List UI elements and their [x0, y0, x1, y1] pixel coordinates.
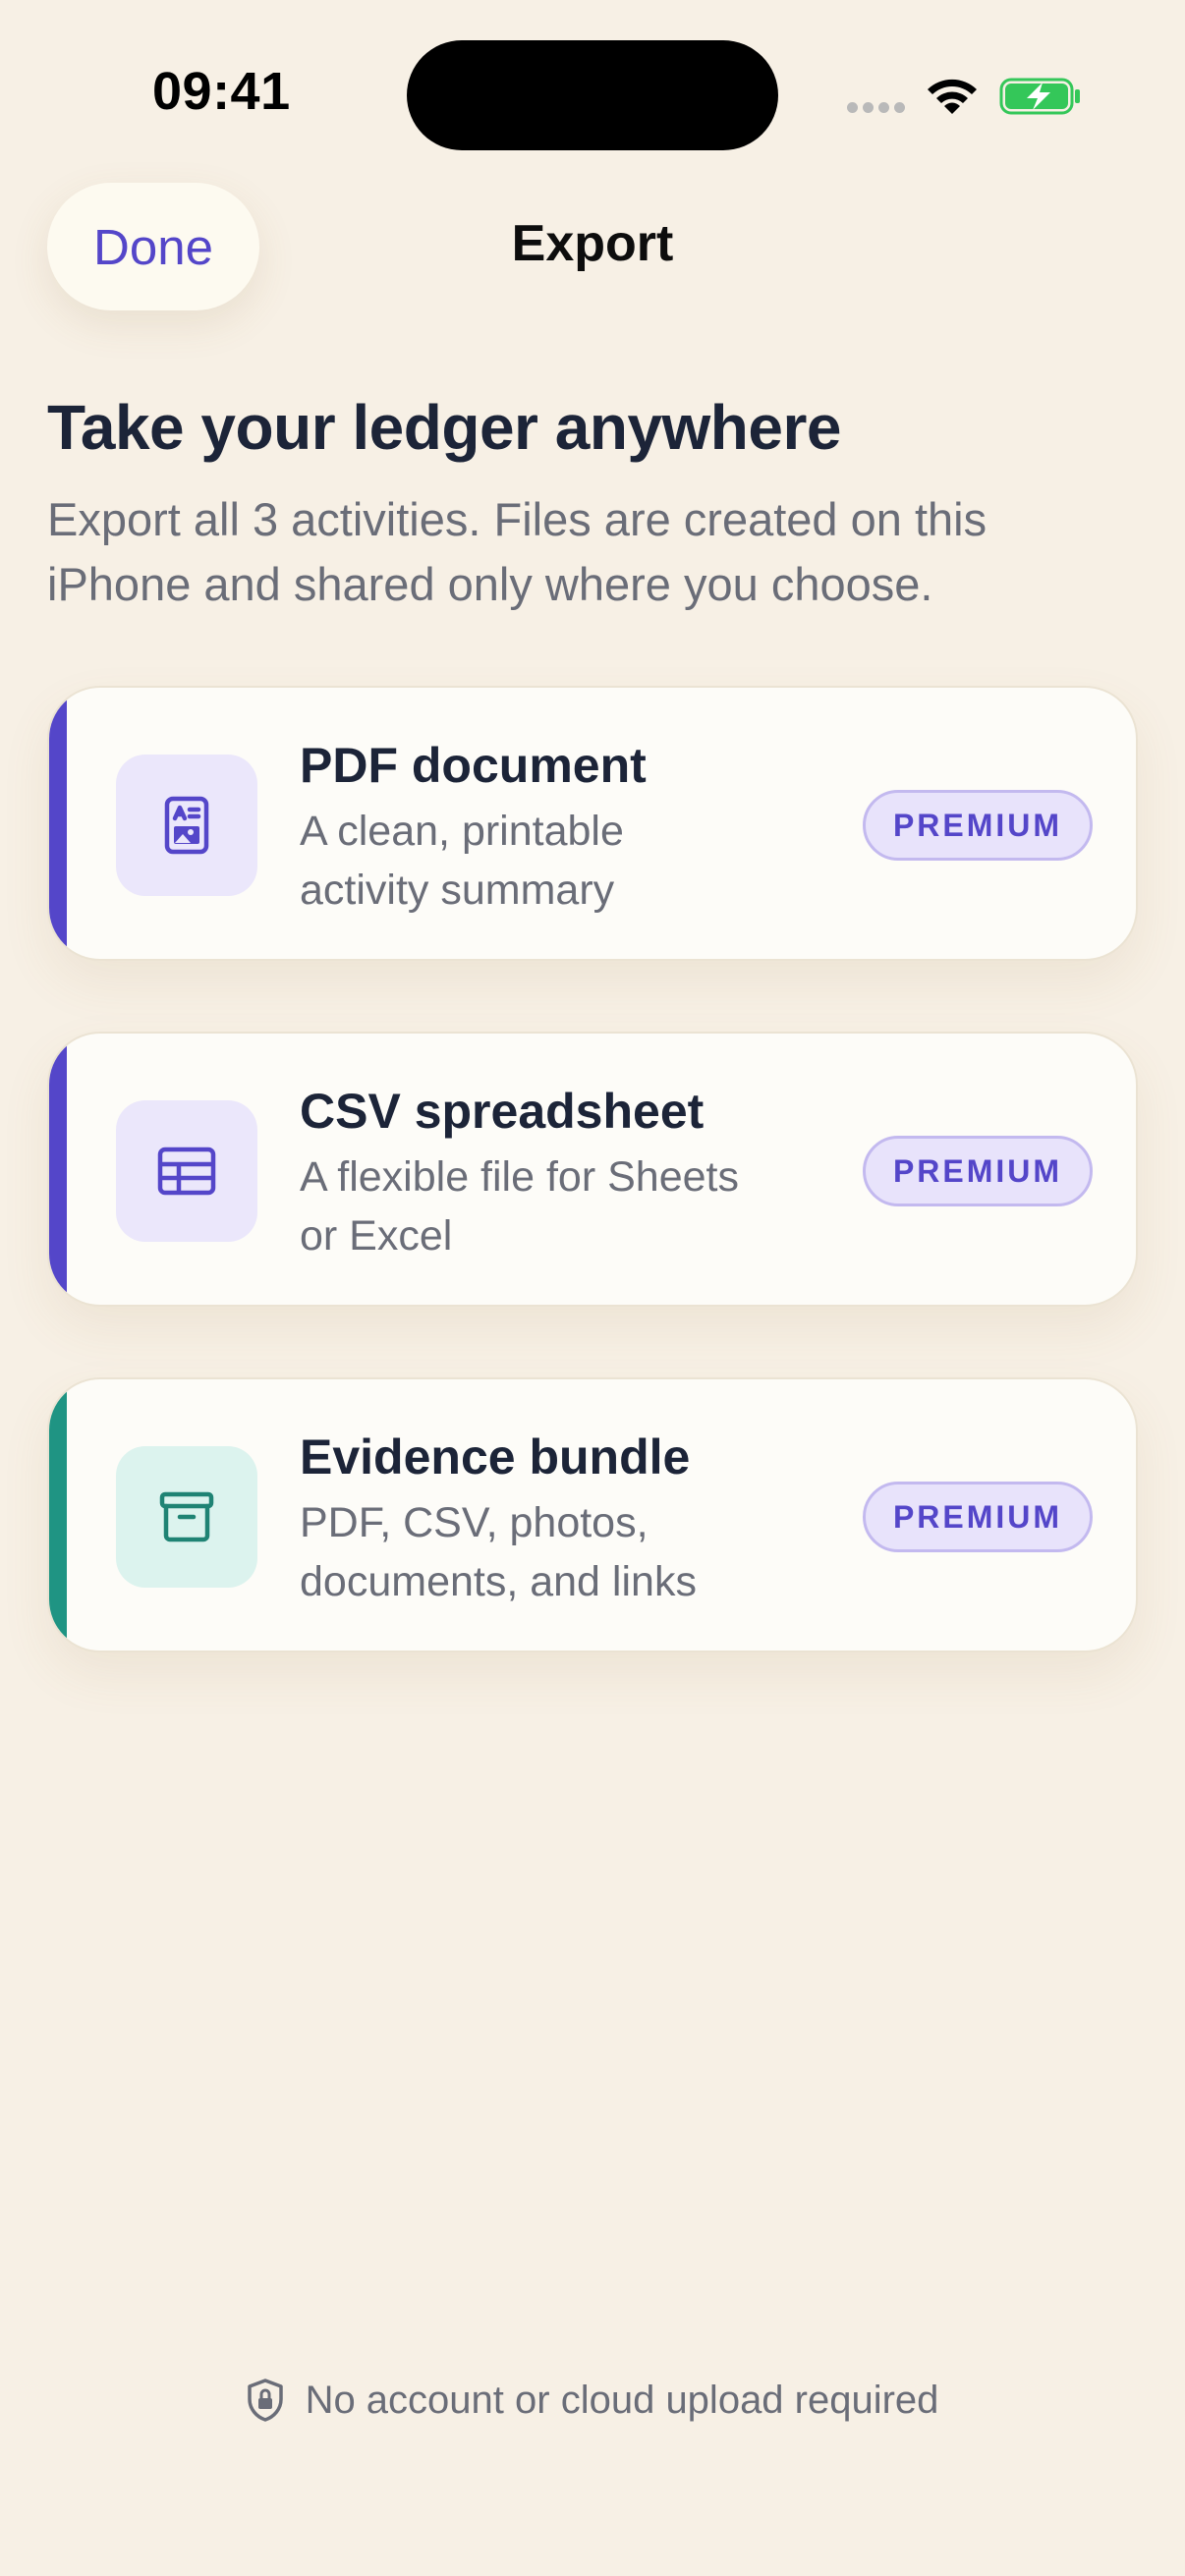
premium-badge: PREMIUM [863, 790, 1093, 861]
battery-charging-icon [999, 78, 1080, 115]
subtext: Export all 3 activities. Files are creat… [47, 493, 988, 610]
dynamic-island [407, 40, 778, 150]
csv-export-option[interactable]: CSV spreadsheet A flexible file for Shee… [47, 1032, 1138, 1307]
icon-tile [116, 755, 257, 896]
archive-box-icon [159, 1491, 214, 1542]
status-time: 09:41 [152, 62, 291, 121]
pdf-export-option[interactable]: PDF document A clean, printable activity… [47, 686, 1138, 961]
footer-text: No account or cloud upload required [305, 2378, 939, 2422]
option-title: Evidence bundle [300, 1429, 691, 1484]
option-description: A flexible file for Sheets or Excel [300, 1153, 739, 1260]
headline: Take your ledger anywhere [47, 392, 841, 463]
premium-badge: PREMIUM [863, 1136, 1093, 1206]
evidence-bundle-option[interactable]: Evidence bundle PDF, CSV, photos, docume… [47, 1377, 1138, 1652]
lock-shield-icon [247, 2379, 283, 2422]
card-accent [49, 688, 67, 959]
option-title: CSV spreadsheet [300, 1084, 705, 1139]
card-accent [49, 1379, 67, 1651]
icon-tile [116, 1100, 257, 1242]
icon-tile [116, 1446, 257, 1588]
pdf-document-icon [164, 796, 209, 855]
option-description: A clean, printable activity summary [300, 808, 624, 914]
privacy-footer: No account or cloud upload required [0, 2378, 1185, 2423]
card-accent [49, 1034, 67, 1305]
cellular-signal-icon [847, 102, 905, 113]
premium-badge: PREMIUM [863, 1482, 1093, 1552]
option-description: PDF, CSV, photos, documents, and links [300, 1499, 697, 1605]
wifi-icon [928, 79, 977, 114]
spreadsheet-icon [157, 1147, 216, 1196]
status-bar: 09:41 [0, 0, 1185, 150]
page-title: Export [511, 215, 674, 272]
option-title: PDF document [300, 738, 647, 793]
